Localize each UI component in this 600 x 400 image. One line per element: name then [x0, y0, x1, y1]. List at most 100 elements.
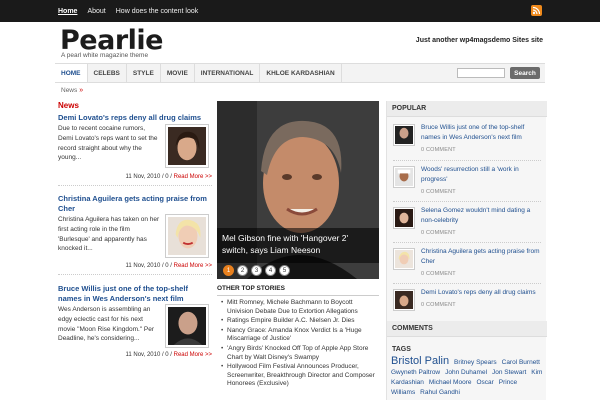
site-tagline: A pearl white magazine theme — [61, 52, 149, 59]
slider-dot[interactable]: 2 — [237, 265, 248, 276]
thumb-photo — [395, 168, 413, 186]
read-more-link[interactable]: Read More >> — [174, 263, 212, 269]
bullet-icon: • — [221, 299, 224, 306]
post-excerpt: Christina Aguilera has taken on her firs… — [58, 216, 160, 253]
popular-thumbnail[interactable] — [393, 124, 415, 146]
tag-link[interactable]: Oscar — [476, 379, 493, 386]
slider-dot[interactable]: 3 — [251, 265, 262, 276]
popular-thumbnail[interactable] — [393, 289, 415, 311]
popular-divider — [393, 160, 541, 161]
cat-style[interactable]: STYLE — [127, 64, 161, 82]
site-logo[interactable]: Pearlie — [60, 27, 163, 54]
popular-title[interactable]: Selena Gomez wouldn't mind dating a non-… — [421, 206, 545, 225]
story-title[interactable]: Ratings Empire Builder A.C. Nielsen Jr. … — [227, 317, 355, 324]
popular-title[interactable]: Woods' resurrection still a 'work in pro… — [421, 165, 545, 184]
popular-title[interactable]: Demi Lovato's reps deny all drug claims — [421, 288, 545, 298]
story-link[interactable]: • 'Angry Birds' Knocked Off Top of Apple … — [217, 345, 379, 362]
post-title[interactable]: Christina Aguilera gets acting praise fr… — [58, 194, 212, 214]
post-divider — [58, 185, 212, 186]
post-date: 11 Nov, 2010 / 0 / — [125, 263, 172, 269]
story-title[interactable]: Hollywood Film Festival Announces Produc… — [227, 363, 375, 387]
post-thumbnail[interactable] — [165, 214, 209, 258]
tag-link[interactable]: Jon Stewart — [492, 369, 526, 376]
popular-thumbnail[interactable] — [393, 166, 415, 188]
post-thumbnail[interactable] — [165, 124, 209, 168]
featured-slider[interactable]: Mel Gibson fine with 'Hangover 2' switch… — [217, 101, 379, 279]
tag-link[interactable]: Carol Burnett — [502, 359, 540, 366]
popular-comments[interactable]: 0 COMMENT — [421, 147, 456, 153]
popular-divider — [393, 283, 541, 284]
top-nav-about[interactable]: About — [87, 8, 105, 15]
bullet-icon: • — [221, 363, 224, 371]
post-meta: 11 Nov, 2010 / 0 / Read More >> — [125, 174, 212, 180]
slider-dot[interactable]: 1 — [223, 265, 234, 276]
popular-heading: POPULAR — [387, 101, 547, 117]
popular-item: Woods' resurrection still a 'work in pro… — [393, 166, 543, 202]
other-top-stories-heading: OTHER TOP STORIES — [217, 285, 379, 296]
comments-heading: COMMENTS — [387, 321, 547, 337]
read-more-link[interactable]: Read More >> — [174, 174, 212, 180]
category-nav: HOME CELEBS STYLE MOVIE INTERNATIONAL KH… — [55, 63, 545, 83]
thumb-photo — [395, 209, 413, 227]
popular-item: Bruce Willis just one of the top-shelf n… — [393, 124, 543, 160]
tag-link[interactable]: Gwyneth Paltrow — [391, 369, 440, 376]
post-thumbnail[interactable] — [165, 304, 209, 348]
popular-comments[interactable]: 0 COMMENT — [421, 271, 456, 277]
popular-comments[interactable]: 0 COMMENT — [421, 302, 456, 308]
post-title[interactable]: Demi Lovato's reps deny all drug claims — [58, 113, 212, 123]
news-post: Christina Aguilera gets acting praise fr… — [58, 194, 212, 275]
cat-home[interactable]: HOME — [55, 64, 88, 82]
featured-caption[interactable]: Mel Gibson fine with 'Hangover 2' switch… — [217, 228, 379, 263]
breadcrumb-arrow-icon: » — [79, 87, 84, 94]
story-link[interactable]: • Mitt Romney, Michele Bachmann to Boycot… — [217, 299, 379, 316]
cat-movie[interactable]: MOVIE — [161, 64, 195, 82]
story-title[interactable]: Mitt Romney, Michele Bachmann to Boycott… — [227, 299, 358, 315]
thumb-photo — [395, 126, 413, 144]
post-title[interactable]: Bruce Willis just one of the top-shelf n… — [58, 284, 212, 304]
top-nav-home[interactable]: Home — [58, 8, 77, 15]
popular-comments[interactable]: 0 COMMENT — [421, 230, 456, 236]
popular-thumbnail[interactable] — [393, 248, 415, 270]
bruce-willis-photo — [168, 307, 206, 345]
slider-dot[interactable]: 5 — [279, 265, 290, 276]
tag-link[interactable]: Bristol Palin — [391, 355, 449, 367]
site-description: Just another wp4magsdemo Sites site — [415, 37, 543, 44]
tag-link[interactable]: John Duhamel — [445, 369, 487, 376]
christina-aguilera-photo — [168, 217, 206, 255]
thumb-photo — [395, 250, 413, 268]
search-button[interactable]: Search — [510, 67, 540, 79]
tag-link[interactable]: Michael Moore — [429, 379, 472, 386]
other-top-stories: OTHER TOP STORIES • Mitt Romney, Michele … — [217, 285, 379, 390]
slider-dot[interactable]: 4 — [265, 265, 276, 276]
tag-link[interactable]: Rahul Gandhi — [420, 389, 460, 396]
story-link[interactable]: • Ratings Empire Builder A.C. Nielsen Jr.… — [217, 317, 379, 326]
breadcrumb-news[interactable]: News — [61, 87, 77, 94]
breadcrumb: News » — [61, 87, 83, 94]
cat-khloe-kardashian[interactable]: KHLOE KARDASHIAN — [260, 64, 342, 82]
top-bar: Home About How does the content look — [0, 0, 600, 22]
tag-link[interactable]: Britney Spears — [454, 359, 497, 366]
popular-title[interactable]: Christina Aguilera gets acting praise fr… — [421, 247, 545, 266]
bullet-icon: • — [221, 317, 224, 325]
popular-title[interactable]: Bruce Willis just one of the top-shelf n… — [421, 123, 545, 142]
popular-item: Demi Lovato's reps deny all drug claims … — [393, 289, 543, 325]
news-post: Bruce Willis just one of the top-shelf n… — [58, 284, 212, 358]
popular-item: Selena Gomez wouldn't mind dating a non-… — [393, 207, 543, 243]
top-nav-content-look[interactable]: How does the content look — [116, 8, 199, 15]
post-date: 11 Nov, 2010 / 0 / — [125, 352, 172, 358]
post-meta: 11 Nov, 2010 / 0 / Read More >> — [125, 263, 212, 269]
cat-international[interactable]: INTERNATIONAL — [195, 64, 261, 82]
story-title[interactable]: Nancy Grace: Amanda Knox Verdict Is a 'H… — [227, 327, 362, 343]
story-link[interactable]: • Hollywood Film Festival Announces Produ… — [217, 363, 379, 389]
post-meta: 11 Nov, 2010 / 0 / Read More >> — [125, 352, 212, 358]
read-more-link[interactable]: Read More >> — [174, 352, 212, 358]
story-title[interactable]: 'Angry Birds' Knocked Off Top of Apple A… — [227, 345, 368, 361]
search-input[interactable] — [457, 68, 505, 78]
story-link[interactable]: • Nancy Grace: Amanda Knox Verdict Is a '… — [217, 327, 379, 344]
news-heading: News — [58, 101, 79, 110]
rss-icon[interactable] — [531, 5, 542, 16]
popular-thumbnail[interactable] — [393, 207, 415, 229]
popular-comments[interactable]: 0 COMMENT — [421, 189, 456, 195]
cat-celebs[interactable]: CELEBS — [88, 64, 127, 82]
bullet-icon: • — [221, 326, 224, 334]
